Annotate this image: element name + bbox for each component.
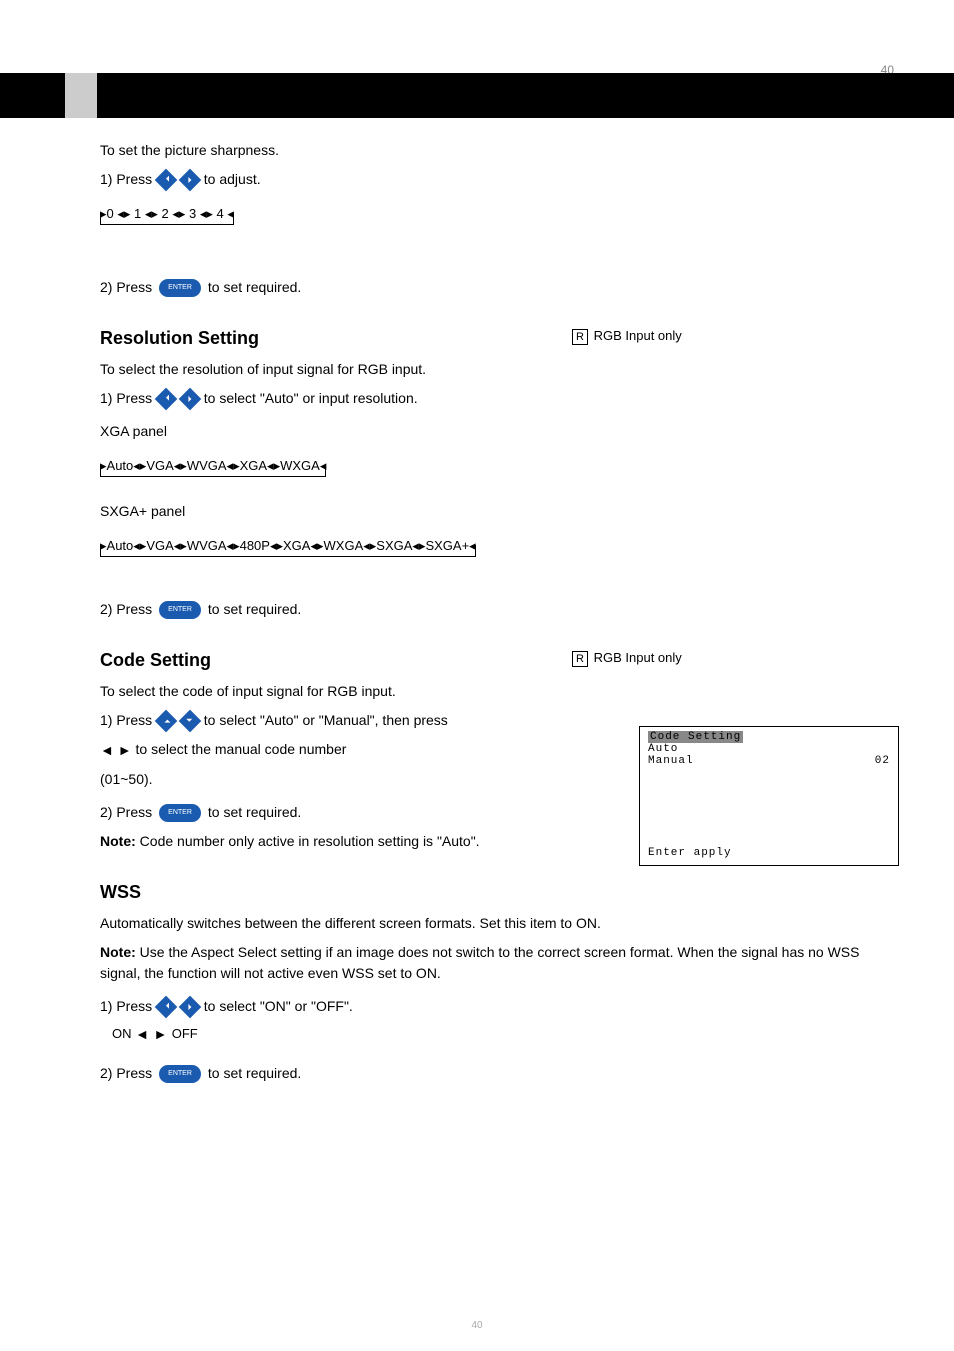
step-text: to set required. bbox=[208, 804, 301, 820]
step-text: to adjust. bbox=[204, 171, 261, 187]
step-text: to set required. bbox=[208, 279, 301, 295]
rgb-input-badge: R RGB Input only bbox=[570, 650, 682, 667]
wss-step2: 2) Press to set required. bbox=[100, 1063, 894, 1084]
left-black-arrow-icon: ◄ bbox=[100, 742, 114, 758]
step-label: 2) Press bbox=[100, 804, 152, 820]
left-arrow-icon bbox=[155, 388, 178, 411]
left-arrow-icon bbox=[155, 996, 178, 1019]
page-number-bottom: 40 bbox=[471, 1320, 482, 1331]
rgb-input-badge: R RGB Input only bbox=[570, 328, 682, 345]
right-black-arrow-icon: ► bbox=[118, 742, 132, 758]
enter-button-icon bbox=[159, 804, 201, 822]
enter-button-icon bbox=[159, 601, 201, 619]
step-text: to select "Auto" or "Manual", then press bbox=[204, 712, 448, 728]
right-arrow-icon bbox=[179, 996, 202, 1019]
xga-flow-diagram: ▸Auto◂▸VGA◂▸WVGA◂▸XGA◂▸WXGA◂ bbox=[100, 458, 326, 477]
resolution-step2: 2) Press to set required. bbox=[100, 599, 894, 620]
note-label: Note: bbox=[100, 833, 136, 849]
step-label: 1) Press bbox=[100, 171, 152, 187]
left-black-arrow-icon: ◄ bbox=[135, 1026, 149, 1042]
note-label: Note: bbox=[100, 944, 136, 960]
resolution-intro: To select the resolution of input signal… bbox=[100, 359, 894, 380]
left-arrow-icon bbox=[155, 169, 178, 192]
step-label: 2) Press bbox=[100, 1065, 152, 1081]
step-text: to select "ON" or "OFF". bbox=[204, 998, 353, 1014]
onoff-flow-diagram: ON ◄ ► OFF bbox=[112, 1025, 894, 1043]
osd-code-setting-panel: Code Setting Auto Manual 02 Enter apply bbox=[639, 726, 899, 866]
main-content: To set the picture sharpness. 1) Press t… bbox=[100, 140, 894, 1092]
right-arrow-icon bbox=[179, 169, 202, 192]
wss-note: Note: Use the Aspect Select setting if a… bbox=[100, 942, 894, 984]
wss-step1: 1) Press to select "ON" or "OFF". bbox=[100, 996, 894, 1017]
step-label: 1) Press bbox=[100, 998, 152, 1014]
xga-panel-label: XGA panel bbox=[100, 421, 894, 442]
step-label: 2) Press bbox=[100, 601, 152, 617]
header-black-bar bbox=[0, 73, 954, 118]
note-text: Code number only active in resolution se… bbox=[140, 833, 480, 849]
step-text: to set required. bbox=[208, 1065, 301, 1081]
note-text: Use the Aspect Select setting if an imag… bbox=[100, 944, 859, 981]
osd-footer: Enter apply bbox=[648, 847, 732, 859]
code-section-title: Code Setting R RGB Input only bbox=[100, 650, 894, 671]
up-arrow-icon bbox=[155, 710, 178, 733]
enter-button-icon bbox=[159, 279, 201, 297]
step-text: to select the manual code number bbox=[136, 741, 347, 757]
sxga-flow-diagram: ▸Auto◂▸VGA◂▸WVGA◂▸480P◂▸XGA◂▸WXGA◂▸SXGA◂… bbox=[100, 538, 476, 557]
osd-row-auto: Auto bbox=[648, 743, 890, 755]
wss-intro: Automatically switches between the diffe… bbox=[100, 913, 894, 934]
wss-section-title: WSS bbox=[100, 882, 894, 903]
sxga-panel-label: SXGA+ panel bbox=[100, 501, 894, 522]
code-intro: To select the code of input signal for R… bbox=[100, 681, 894, 702]
osd-manual-label: Manual bbox=[648, 755, 694, 767]
code-title-text: Code Setting bbox=[100, 650, 211, 670]
step-text: to select "Auto" or input resolution. bbox=[204, 390, 418, 406]
resolution-title-text: Resolution Setting bbox=[100, 328, 259, 348]
step-label: 2) Press bbox=[100, 279, 152, 295]
rgb-text: RGB Input only bbox=[594, 328, 682, 343]
sharpness-intro: To set the picture sharpness. bbox=[100, 140, 894, 161]
step-text: to set required. bbox=[208, 601, 301, 617]
enter-button-icon bbox=[159, 1065, 201, 1083]
r-icon: R bbox=[572, 651, 588, 667]
resolution-section-title: Resolution Setting R RGB Input only bbox=[100, 328, 894, 349]
step-label: 1) Press bbox=[100, 712, 152, 728]
resolution-step1: 1) Press to select "Auto" or input resol… bbox=[100, 388, 894, 409]
sharpness-flow-diagram: ▸0 ◂▸ 1 ◂▸ 2 ◂▸ 3 ◂▸ 4 ◂ bbox=[100, 206, 234, 225]
osd-title: Code Setting bbox=[648, 731, 743, 743]
osd-manual-value: 02 bbox=[875, 755, 890, 767]
rgb-text: RGB Input only bbox=[594, 650, 682, 665]
r-icon: R bbox=[572, 329, 588, 345]
step-label: 1) Press bbox=[100, 390, 152, 406]
header-gray-tab bbox=[65, 73, 97, 118]
right-black-arrow-icon: ► bbox=[153, 1026, 167, 1042]
down-arrow-icon bbox=[179, 710, 202, 733]
sharpness-step2: 2) Press to set required. bbox=[100, 277, 894, 298]
sharpness-step1: 1) Press to adjust. bbox=[100, 169, 894, 190]
right-arrow-icon bbox=[179, 388, 202, 411]
osd-row-manual: Manual 02 bbox=[648, 755, 890, 767]
